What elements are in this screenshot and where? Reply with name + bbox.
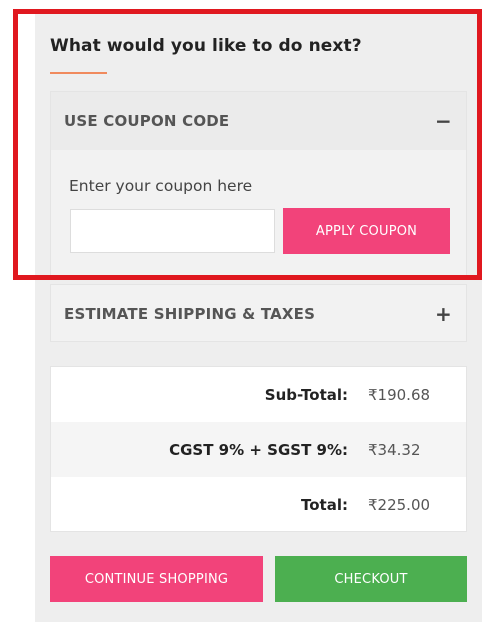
minus-icon[interactable]: − (435, 111, 452, 131)
shipping-accordion-title: ESTIMATE SHIPPING & TAXES (64, 305, 316, 323)
subtotal-row: Sub-Total: ₹190.68 (51, 367, 466, 422)
tax-row: CGST 9% + SGST 9%: ₹34.32 (51, 422, 466, 477)
tax-value: ₹34.32 (368, 440, 421, 459)
totals-table: Sub-Total: ₹190.68 CGST 9% + SGST 9%: ₹3… (50, 366, 467, 532)
tax-label: CGST 9% + SGST 9%: (169, 440, 348, 459)
coupon-input[interactable] (70, 209, 275, 253)
cart-next-steps-panel: What would you like to do next? USE COUP… (35, 12, 482, 622)
total-value: ₹225.00 (368, 495, 431, 514)
coupon-accordion-header[interactable]: USE COUPON CODE − (51, 92, 466, 150)
shipping-accordion: ESTIMATE SHIPPING & TAXES + (50, 284, 467, 342)
checkout-button[interactable]: CHECKOUT (275, 556, 467, 602)
coupon-label: Enter your coupon here (69, 177, 253, 195)
coupon-accordion: USE COUPON CODE − Enter your coupon here… (50, 91, 467, 277)
shipping-accordion-header[interactable]: ESTIMATE SHIPPING & TAXES + (51, 285, 466, 343)
continue-shopping-button[interactable]: CONTINUE SHOPPING (50, 556, 263, 602)
subtotal-label: Sub-Total: (264, 385, 348, 404)
section-heading: What would you like to do next? (50, 36, 362, 56)
coupon-accordion-title: USE COUPON CODE (64, 112, 230, 130)
subtotal-value: ₹190.68 (368, 385, 431, 404)
apply-coupon-button[interactable]: APPLY COUPON (283, 208, 450, 254)
plus-icon[interactable]: + (435, 304, 452, 324)
total-row: Total: ₹225.00 (51, 477, 466, 532)
total-label: Total: (301, 495, 348, 514)
heading-underline (50, 72, 107, 74)
